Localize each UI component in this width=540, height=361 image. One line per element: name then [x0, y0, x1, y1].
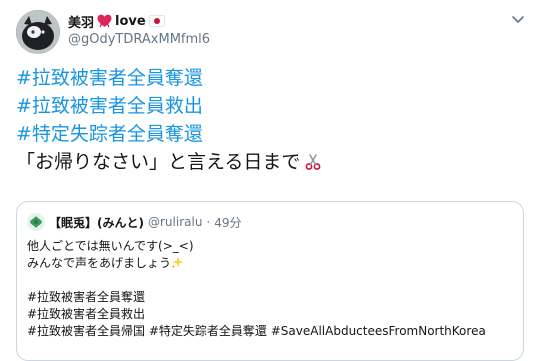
quoted-timestamp[interactable]: 49分 — [214, 214, 241, 231]
quoted-line: #拉致被害者全員奪還 — [27, 290, 146, 304]
heart-ribbon-icon — [97, 14, 112, 28]
tweet: 美羽 love @gOdyTDRAxMMfml6 #拉致被害者全員奪還 #拉致被… — [0, 0, 540, 361]
tweet-text: #拉致被害者全員奪還 #拉致被害者全員救出 #特定失踪者全員奪還 「お帰りなさい… — [16, 64, 526, 176]
quoted-author-name[interactable]: 【眠兎】(みんと) — [49, 214, 144, 231]
quoted-line: 他人ごとでは無いんです(>_<) — [27, 239, 194, 253]
chevron-down-icon[interactable] — [508, 12, 528, 28]
sparkles-icon — [171, 256, 184, 269]
quoted-line: #拉致被害者全員救出 — [27, 307, 146, 321]
quoted-line: #拉致被害者全員帰国 #特定失踪者全員奪還 #SaveAllAbducteesF… — [27, 324, 486, 338]
author-name-row[interactable]: 美羽 love — [68, 12, 165, 31]
hashtag-link[interactable]: #拉致被害者全員救出 — [16, 95, 203, 117]
quoted-author-handle[interactable]: @ruliralu — [148, 215, 202, 229]
scissors-icon — [306, 154, 321, 170]
quoted-tweet-header: 【眠兎】(みんと) @ruliralu · 49分 — [27, 212, 242, 232]
quoted-line — [27, 272, 517, 289]
author-display-name[interactable]: 美羽 — [68, 12, 94, 31]
hashtag-link[interactable]: #拉致被害者全員奪還 — [16, 67, 203, 89]
japan-flag-icon — [148, 15, 165, 27]
quoted-author-avatar[interactable] — [27, 213, 45, 231]
hashtag-link[interactable]: #特定失踪者全員奪還 — [16, 123, 203, 145]
quoted-tweet-card[interactable]: 【眠兎】(みんと) @ruliralu · 49分 他人ごとでは無いんです(>_… — [16, 201, 524, 361]
quoted-tweet-text: 他人ごとでは無いんです(>_<) みんなで声をあげましょう #拉致被害者全員奪還… — [27, 238, 517, 340]
author-handle[interactable]: @gOdyTDRAxMMfml6 — [68, 32, 210, 47]
quoted-line-text: みんなで声をあげましょう — [27, 256, 172, 270]
author-avatar[interactable] — [16, 10, 60, 54]
separator-dot: · — [206, 215, 211, 229]
quoted-line: みんなで声をあげましょう — [27, 255, 517, 272]
tweet-message: 「お帰りなさい」と言える日まで — [16, 151, 301, 173]
author-display-name-suffix[interactable]: love — [115, 14, 146, 29]
